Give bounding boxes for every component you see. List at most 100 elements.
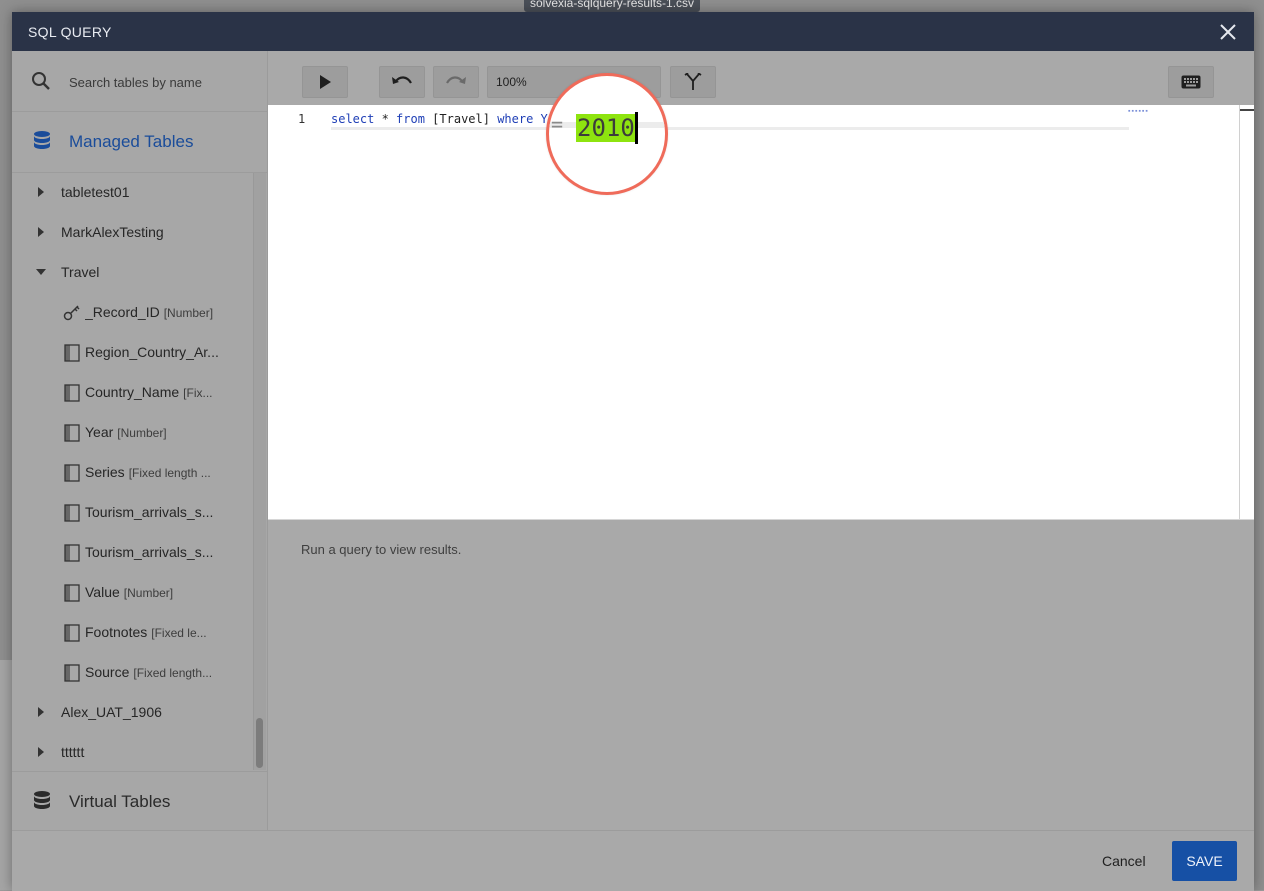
sql-editor[interactable]: 1 select * from [Travel] where Y ▪▪▪▪▪▪ [268, 105, 1254, 520]
merge-icon [684, 73, 702, 90]
results-empty-message: Run a query to view results. [301, 542, 462, 557]
undo-icon [392, 76, 412, 84]
database-icon [34, 791, 50, 809]
editor-right-border [1239, 105, 1240, 519]
format-query-button[interactable] [670, 66, 716, 98]
table-name: Travel [61, 264, 100, 280]
sidebar-scrollbar[interactable] [253, 173, 266, 770]
column-item[interactable]: Country_Name [Fix... [12, 373, 252, 413]
column-item[interactable]: _Record_ID [Number] [12, 293, 252, 333]
save-button[interactable]: SAVE [1172, 841, 1237, 881]
close-button[interactable] [1216, 20, 1240, 44]
table-item-alex-uat-1906[interactable]: Alex_UAT_1906 [12, 693, 252, 733]
background-sidebar-strip [0, 660, 12, 890]
table-search-row [12, 51, 267, 112]
modal-footer: Cancel SAVE [12, 830, 1254, 891]
caret-right-icon [38, 187, 44, 197]
keyword-where: where [497, 112, 534, 126]
column-name: Tourism_arrivals_s... [85, 504, 214, 520]
keyboard-icon [1181, 75, 1201, 89]
column-name: Value [85, 584, 120, 600]
column-item[interactable]: Footnotes [Fixed le... [12, 613, 252, 653]
close-icon [1220, 24, 1236, 40]
editor-toolbar: 100% [268, 51, 1254, 105]
table-item-travel[interactable]: Travel [12, 253, 252, 293]
column-type: [Fixed le... [151, 626, 207, 640]
column-label: Footnotes [Fixed le... [85, 624, 207, 640]
column-label: Year [Number] [85, 424, 167, 440]
line-number: 1 [298, 112, 306, 126]
run-query-button[interactable] [302, 66, 348, 98]
column-item[interactable]: Source [Fixed length... [12, 653, 252, 693]
column-item[interactable]: Year [Number] [12, 413, 252, 453]
column-icon [64, 544, 80, 562]
table-item-markalextesting[interactable]: MarkAlexTesting [12, 213, 252, 253]
column-type: [Number] [163, 306, 214, 320]
modal-header: SQL QUERY [12, 12, 1254, 51]
sql-query-modal: SQL QUERY Managed Tables [12, 12, 1254, 891]
modal-title: SQL QUERY [28, 24, 112, 40]
token-column: Y [533, 112, 548, 126]
text-cursor [635, 112, 638, 144]
column-icon [64, 504, 80, 522]
caret-right-icon [38, 707, 44, 717]
virtual-tables-label: Virtual Tables [69, 792, 171, 811]
column-name: Region_Country_Ar... [85, 344, 219, 360]
magnified-equals: = [551, 112, 564, 136]
virtual-tables-header[interactable]: Virtual Tables [12, 771, 267, 831]
key-icon [63, 305, 80, 321]
background-file-tab: solvexia-sqlquery-results-1.csv [524, 0, 701, 12]
column-name: Tourism_arrivals_s... [85, 544, 214, 560]
column-name: Series [85, 464, 125, 480]
column-type: [Number] [117, 426, 167, 440]
column-item[interactable]: Tourism_arrivals_s... [12, 533, 252, 573]
undo-button[interactable] [379, 66, 425, 98]
column-item[interactable]: Value [Number] [12, 573, 252, 613]
magnified-selected-value: 2010 [576, 114, 636, 142]
editor-scroll-indicator [1240, 109, 1254, 111]
column-label: Tourism_arrivals_s... [85, 504, 217, 520]
column-icon [64, 344, 80, 362]
token-table: [Travel] [424, 112, 498, 126]
caret-right-icon [38, 227, 44, 237]
column-label: Tourism_arrivals_s... [85, 544, 217, 560]
managed-tables-header[interactable]: Managed Tables [12, 112, 267, 173]
column-type: [Fixed length ... [128, 466, 211, 480]
redo-button[interactable] [433, 66, 479, 98]
column-type: [Fix... [183, 386, 213, 400]
table-item-tttttt[interactable]: tttttt [12, 733, 252, 770]
column-label: Region_Country_Ar... [85, 344, 223, 360]
managed-tables-label: Managed Tables [69, 132, 194, 151]
search-icon [32, 72, 50, 90]
caret-down-icon [36, 269, 46, 275]
column-label: _Record_ID [Number] [85, 304, 213, 320]
column-label: Source [Fixed length... [85, 664, 212, 680]
column-icon [64, 384, 80, 402]
results-panel: Run a query to view results. [268, 520, 1254, 830]
table-item-tabletest01[interactable]: tabletest01 [12, 173, 252, 213]
table-name: tabletest01 [61, 184, 130, 200]
column-name: Year [85, 424, 114, 440]
column-item[interactable]: Tourism_arrivals_s... [12, 493, 252, 533]
table-name: MarkAlexTesting [61, 224, 164, 240]
keyword-select: select [331, 112, 375, 126]
column-icon [64, 424, 80, 442]
column-icon [64, 584, 80, 602]
code-line[interactable]: select * from [Travel] where Y [331, 112, 548, 126]
zoom-value: 100% [496, 75, 527, 89]
tables-sidebar: Managed Tables tabletest01 MarkAlexTesti… [12, 51, 268, 830]
table-name: Alex_UAT_1906 [61, 704, 162, 720]
magnifier-callout: = 2010 [546, 73, 668, 195]
table-search-input[interactable] [67, 69, 256, 95]
column-item[interactable]: Series [Fixed length ... [12, 453, 252, 493]
column-item[interactable]: Region_Country_Ar... [12, 333, 252, 373]
column-name: _Record_ID [85, 304, 160, 320]
redo-icon [446, 76, 466, 84]
cancel-button[interactable]: Cancel [1102, 853, 1146, 869]
column-label: Country_Name [Fix... [85, 384, 213, 400]
token-star: * [374, 112, 397, 126]
sidebar-scroll-thumb[interactable] [256, 718, 263, 768]
active-line-highlight [331, 127, 1129, 130]
column-name: Country_Name [85, 384, 180, 400]
keyboard-shortcuts-button[interactable] [1168, 66, 1214, 98]
